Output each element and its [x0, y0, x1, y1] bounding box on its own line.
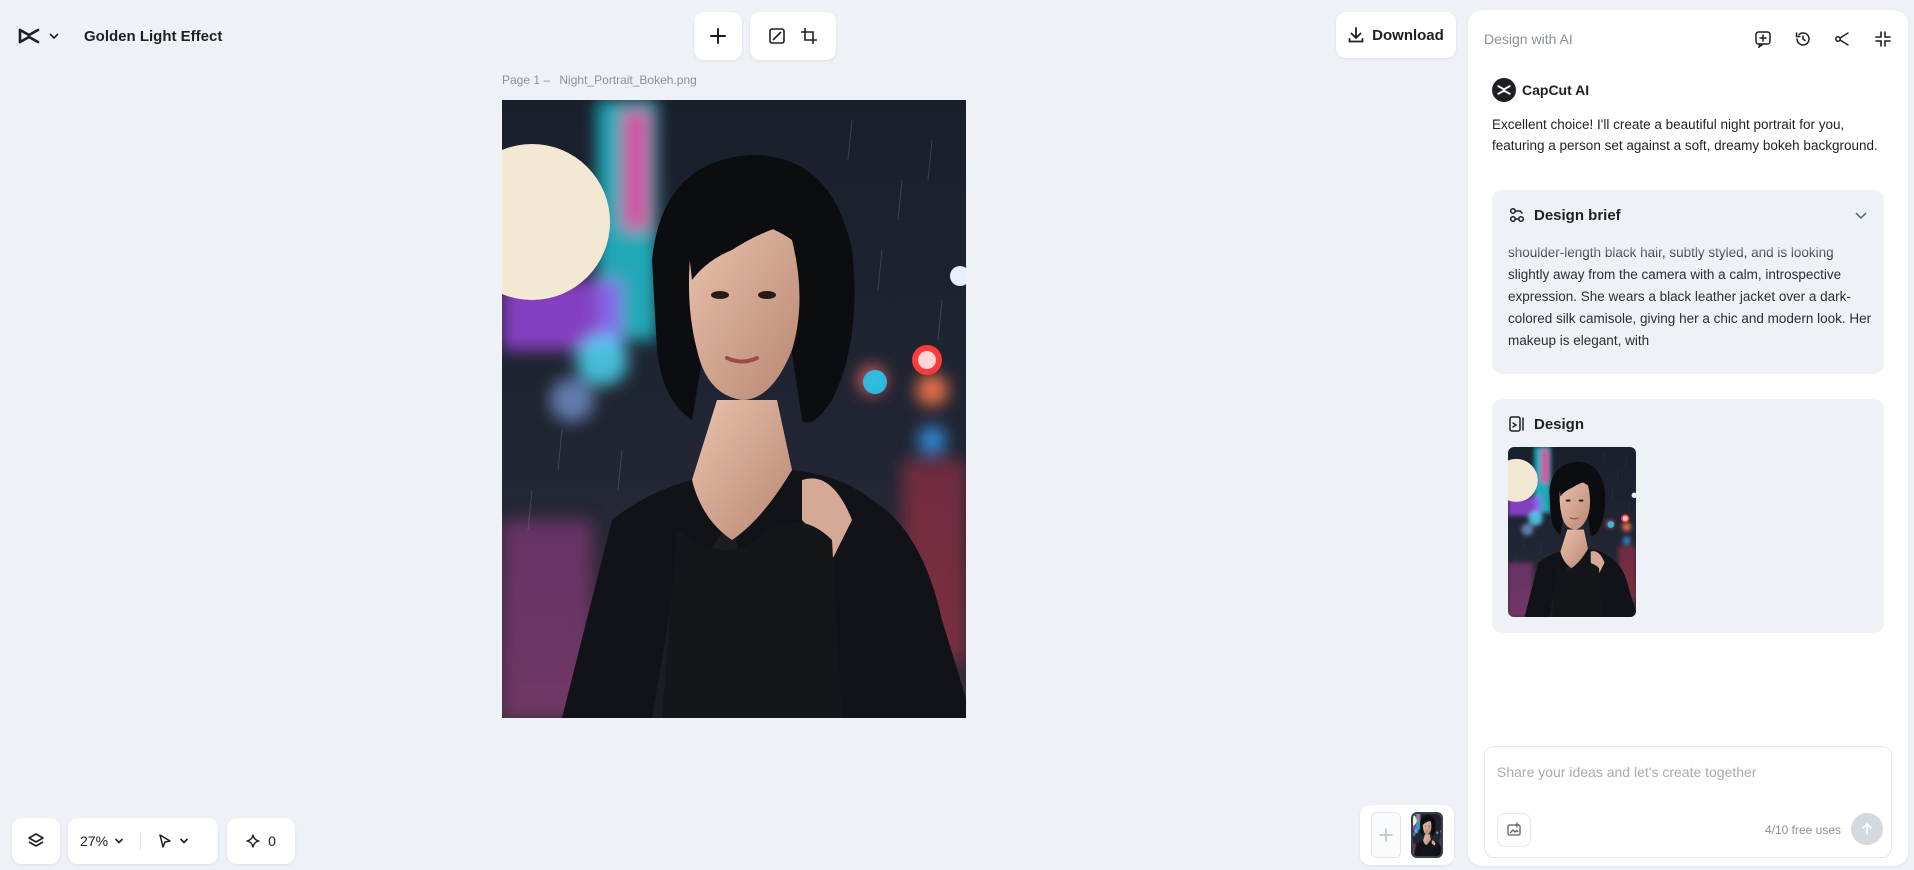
plus-icon [709, 27, 727, 45]
download-label: Download [1372, 26, 1444, 44]
design-icon [1508, 415, 1526, 433]
portrait-image [502, 100, 966, 718]
resize-icon[interactable] [800, 27, 818, 45]
ai-panel: Design with AI CapCut AI Excellent choic [1468, 10, 1908, 866]
chevron-down-icon [48, 30, 60, 42]
file-name[interactable]: Night_Portrait_Bokeh.png [559, 73, 696, 87]
project-title[interactable]: Golden Light Effect [84, 28, 222, 45]
canvas-tools [750, 12, 836, 60]
ai-name: CapCut AI [1522, 82, 1590, 98]
share-icon[interactable] [1834, 30, 1852, 48]
ai-message: Excellent choice! I'll create a beautifu… [1492, 117, 1878, 153]
free-uses-counter: 4/10 free uses [1764, 823, 1841, 837]
send-icon [1860, 822, 1874, 836]
history-icon[interactable] [1794, 30, 1812, 48]
page-navigator [1360, 805, 1454, 865]
new-chat-icon[interactable] [1754, 30, 1772, 48]
prompt-composer: 4/10 free uses [1484, 746, 1892, 858]
send-button[interactable] [1851, 813, 1883, 845]
add-element-button[interactable] [694, 12, 742, 60]
layers-button[interactable] [12, 818, 60, 864]
chevron-down-icon[interactable] [114, 836, 124, 846]
panel-header: Design with AI [1484, 24, 1892, 54]
panel-title: Design with AI [1484, 31, 1573, 47]
capcut-logo-icon [16, 23, 42, 49]
zoom-controls: 27% [68, 818, 218, 864]
brief-icon [1508, 206, 1526, 224]
sparkle-icon [246, 834, 260, 848]
credits-button[interactable]: 0 [227, 818, 295, 864]
app-menu-button[interactable] [10, 19, 66, 53]
credits-count: 0 [268, 833, 276, 849]
prompt-input[interactable] [1497, 761, 1877, 783]
top-left-bar: Golden Light Effect [10, 14, 222, 58]
attach-image-button[interactable] [1497, 813, 1531, 847]
design-result-thumbnail[interactable] [1508, 447, 1636, 617]
page-label: Page 1 – Night_Portrait_Bokeh.png [502, 73, 697, 87]
design-brief-text: shoulder-length black hair, subtly style… [1508, 245, 1872, 348]
portrait-thumbnail [1413, 814, 1441, 856]
canvas-image[interactable] [502, 100, 966, 718]
divider [140, 832, 142, 850]
brief-fade [1492, 236, 1884, 258]
portrait-image [1508, 447, 1636, 617]
design-brief-title: Design brief [1534, 206, 1621, 224]
design-card: Design [1492, 399, 1884, 633]
pointer-icon[interactable] [157, 833, 173, 849]
design-brief-card: Design brief shoulder-length black hair,… [1492, 190, 1884, 374]
collapse-icon[interactable] [1874, 30, 1892, 48]
design-title: Design [1534, 415, 1585, 433]
page-number: Page 1 – [502, 73, 551, 87]
ai-author: CapCut AI [1492, 78, 1589, 102]
page-thumbnail[interactable] [1411, 812, 1443, 858]
zoom-level[interactable]: 27% [80, 833, 108, 849]
panel-actions [1754, 30, 1892, 48]
design-header: Design [1508, 415, 1868, 433]
layers-icon [27, 832, 45, 850]
capcut-logo-icon [1492, 78, 1516, 102]
download-icon [1348, 27, 1364, 43]
add-page-button[interactable] [1371, 812, 1401, 858]
chevron-down-icon[interactable] [1854, 208, 1868, 222]
design-brief-header[interactable]: Design brief [1508, 206, 1868, 224]
download-button[interactable]: Download [1336, 12, 1456, 58]
plus-icon [1378, 827, 1394, 843]
chevron-down-icon[interactable] [179, 836, 189, 846]
edit-image-icon[interactable] [768, 27, 786, 45]
attach-image-icon [1506, 822, 1522, 838]
